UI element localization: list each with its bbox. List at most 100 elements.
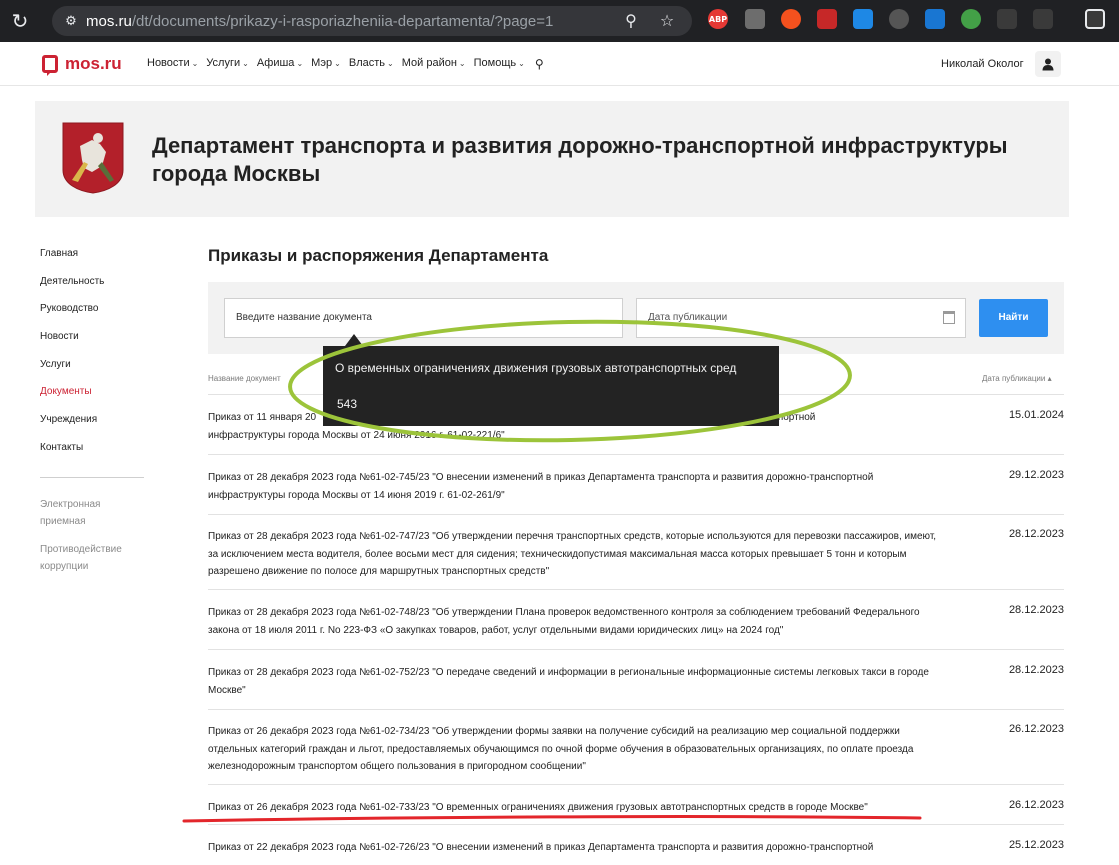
logo-mark-icon [42,55,58,76]
shield-extension-icon[interactable] [997,9,1017,29]
menu-item-activity[interactable]: Деятельность [40,275,160,303]
document-title-line2: инфраструктуры города Москвы от 24 июня … [208,429,505,441]
logo-text: mos.ru [65,54,122,73]
nav-item-news[interactable]: Новости ⌄ [147,57,198,71]
nav-label: Мэр [311,57,333,69]
document-title[interactable]: Приказ от 26 декабря 2023 года №61-02-73… [208,799,968,817]
site-info-icon[interactable]: ⚙ [56,14,86,29]
extensions-puzzle-icon[interactable] [1033,9,1053,29]
url-path: /dt/documents/prikazy-i-rasporiazheniia-… [131,12,554,30]
nav-item-afisha[interactable]: Афиша ⌄ [257,57,303,71]
document-name-placeholder: Введите название документа [236,312,372,323]
search-icon[interactable]: ⚲ [535,57,544,71]
site-header: mos.ru Новости ⌄ Услуги ⌄ Афиша ⌄ Мэр ⌄ Влас… [0,42,1119,86]
document-row[interactable]: Приказ от 28 декабря 2023 года №61-02-75… [208,664,1064,710]
nav-label: Мой район [401,57,457,69]
document-row[interactable]: Приказ от 22 декабря 2023 года №61-02-72… [208,839,1064,865]
extension-icon-star[interactable] [961,9,981,29]
document-title-start: Приказ от 11 января 20 [208,412,317,423]
publication-date-input[interactable]: Дата публикации [636,298,966,338]
moscow-coat-of-arms-icon [62,122,124,194]
left-menu: Главная Деятельность Руководство Новости… [40,247,160,586]
download-extension-icon[interactable] [925,9,945,29]
menu-item-institutions[interactable]: Учреждения [40,413,160,441]
document-date: 28.12.2023 [1008,528,1064,540]
chevron-down-icon: ⌄ [296,59,304,68]
adblock-label: ABP [708,14,728,24]
column-header-date[interactable]: Дата публикации ▴ [982,374,1052,383]
nav-label: Услуги [206,57,241,69]
address-bar[interactable]: ⚙ mos.ru/dt/documents/prikazy-i-rasporia… [52,6,692,36]
menu-item-anti-corruption[interactable]: Противодействие коррупции [40,541,140,575]
extension-icon-b[interactable] [781,9,801,29]
document-row[interactable]: Приказ от 26 декабря 2023 года №61-02-73… [208,799,1064,825]
tooltip-count: 543 [337,397,358,411]
bookmark-star-icon[interactable]: ☆ [656,10,678,32]
adblock-extension-icon[interactable]: ABP [708,9,728,29]
tooltip: О временных ограничениях движения грузов… [323,346,779,426]
menu-item-e-reception[interactable]: Электронная приемная [40,496,120,530]
menu-item-home[interactable]: Главная [40,247,160,275]
document-date: 26.12.2023 [1008,799,1064,811]
document-row[interactable]: Приказ от 28 декабря 2023 года №61-02-74… [208,469,1064,515]
column-header-name[interactable]: Название документ [208,374,281,383]
document-date: 28.12.2023 [1008,604,1064,616]
nav-label: Власть [348,57,386,69]
side-panel-icon[interactable] [1085,9,1105,29]
reload-icon[interactable]: ↻ [0,0,40,42]
document-title[interactable]: Приказ от 26 декабря 2023 года №61-02-73… [208,723,938,776]
tooltip-title: О временных ограничениях движения грузов… [335,361,737,375]
menu-item-services[interactable]: Услуги [40,358,160,386]
chevron-down-icon: ⌄ [191,59,199,68]
chevron-down-icon: ⌄ [242,59,249,68]
page-title: Приказы и распоряжения Департамента [208,246,549,265]
extension-icon-figure[interactable] [817,9,837,29]
document-row[interactable]: Приказ от 28 декабря 2023 года №61-02-74… [208,604,1064,650]
tooltip-arrow [345,334,363,346]
document-title[interactable]: Приказ от 22 декабря 2023 года №61-02-72… [208,839,938,857]
menu-item-news[interactable]: Новости [40,330,160,358]
menu-item-contacts[interactable]: Контакты [40,441,160,469]
calendar-icon[interactable] [943,311,955,324]
document-title[interactable]: Приказ от 28 декабря 2023 года №61-02-75… [208,664,938,699]
column-header-date-label: Дата публикации [982,374,1046,383]
nav-item-services[interactable]: Услуги ⌄ [206,57,249,71]
nav-label: Новости [147,57,190,69]
document-date: 28.12.2023 [1008,664,1064,676]
find-button[interactable]: Найти [979,299,1048,337]
sort-arrow-icon: ▴ [1047,374,1052,383]
menu-item-leadership[interactable]: Руководство [40,302,160,330]
document-date: 15.01.2024 [1008,409,1064,421]
site-logo[interactable]: mos.ru [42,54,122,76]
chevron-down-icon: ⌄ [518,59,525,68]
user-avatar-icon[interactable] [1035,51,1061,77]
main-nav: Новости ⌄ Услуги ⌄ Афиша ⌄ Мэр ⌄ Власть ⌄ Мой… [147,57,544,71]
document-row[interactable]: Приказ от 26 декабря 2023 года №61-02-73… [208,723,1064,785]
zoom-icon[interactable]: ⚲ [620,10,642,32]
extension-icon-glasses[interactable] [889,9,909,29]
menu-item-documents[interactable]: Документы [40,385,160,413]
chevron-down-icon: ⌄ [334,59,341,68]
nav-label: Помощь [473,57,517,69]
chevron-down-icon: ⌄ [387,59,394,68]
document-title[interactable]: Приказ от 28 декабря 2023 года №61-02-74… [208,469,938,504]
url-host: mos.ru [86,12,132,30]
nav-item-my-district[interactable]: Мой район ⌄ [402,57,466,71]
nav-item-mayor[interactable]: Мэр ⌄ [311,57,341,71]
document-title[interactable]: Приказ от 28 декабря 2023 года №61-02-74… [208,528,938,581]
extension-icon-printer[interactable] [745,9,765,29]
document-name-input[interactable]: Введите название документа [224,298,623,338]
document-row[interactable]: Приказ от 28 декабря 2023 года №61-02-74… [208,528,1064,590]
extension-icon-blue[interactable] [853,9,873,29]
nav-label: Афиша [256,57,295,69]
menu-divider [40,476,144,478]
user-name[interactable]: Николай Околог [941,58,1024,70]
document-title[interactable]: Приказ от 28 декабря 2023 года №61-02-74… [208,604,938,639]
nav-item-authority[interactable]: Власть ⌄ [349,57,394,71]
document-date: 29.12.2023 [1008,469,1064,481]
nav-item-help[interactable]: Помощь ⌄ [474,57,525,71]
document-date: 26.12.2023 [1008,723,1064,735]
browser-toolbar: ↻ ⚙ mos.ru/dt/documents/prikazy-i-raspor… [0,0,1119,42]
department-title: Департамент транспорта и развития дорожн… [152,133,1008,186]
department-banner: Департамент транспорта и развития дорожн… [35,101,1069,217]
